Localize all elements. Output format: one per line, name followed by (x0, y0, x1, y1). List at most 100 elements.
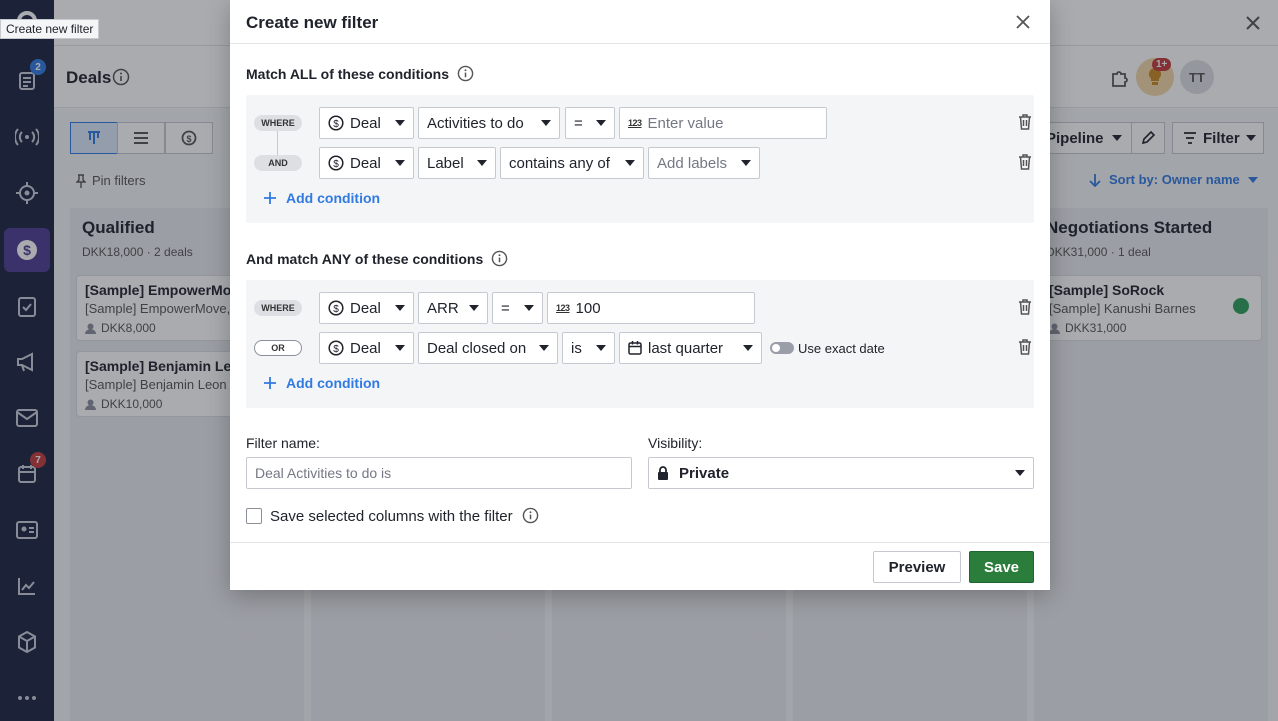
chevron-down-icon (596, 120, 606, 126)
chevron-down-icon (395, 345, 405, 351)
field-value: Activities to do (427, 114, 524, 132)
chevron-down-icon (596, 345, 606, 351)
chevron-down-icon (1015, 470, 1025, 476)
plus-icon (264, 192, 276, 204)
field-select[interactable]: Label (418, 147, 496, 179)
entity-select[interactable]: $ Deal (319, 332, 414, 364)
visibility-value: Private (679, 464, 730, 482)
svg-text:$: $ (333, 119, 339, 130)
operator-value: = (574, 114, 583, 132)
entity-select[interactable]: $ Deal (319, 147, 414, 179)
where-pill: WHERE (254, 300, 302, 316)
preview-button[interactable]: Preview (873, 551, 961, 583)
field-value: ARR (427, 299, 459, 317)
match-all-label: Match ALL of these conditions (246, 65, 450, 82)
date-select[interactable]: last quarter (619, 332, 762, 364)
number-icon: 123 (556, 303, 570, 313)
and-pill: AND (254, 155, 302, 171)
operator-select[interactable]: is (562, 332, 615, 364)
lock-icon (657, 466, 669, 480)
where-pill: WHERE (254, 115, 302, 131)
field-value: Label (427, 154, 464, 172)
chevron-down-icon (395, 120, 405, 126)
dollar-circle-icon: $ (328, 115, 344, 131)
chevron-down-icon (539, 345, 549, 351)
match-all-heading: Match ALL of these conditions (246, 65, 474, 82)
svg-text:$: $ (333, 304, 339, 315)
chevron-down-icon (741, 160, 751, 166)
visibility-label: Visibility: (648, 435, 703, 451)
labels-placeholder: Add labels (657, 154, 728, 172)
calendar-icon (628, 341, 642, 355)
add-condition-label: Add condition (286, 190, 381, 206)
match-all-conditions: WHERE $ Deal Activities to do = 123 Ente… (246, 95, 1034, 223)
svg-text:$: $ (333, 159, 339, 170)
field-select[interactable]: Deal closed on (418, 332, 558, 364)
close-icon[interactable] (1012, 11, 1034, 33)
field-select[interactable]: ARR (418, 292, 488, 324)
trash-icon[interactable] (1018, 299, 1034, 317)
tooltip: Create new filter (0, 19, 100, 39)
field-select[interactable]: Activities to do (418, 107, 560, 139)
visibility-select[interactable]: Private (648, 457, 1034, 489)
entity-value: Deal (350, 339, 381, 357)
modal-title: Create new filter (246, 13, 379, 32)
chevron-down-icon (743, 345, 753, 351)
match-any-heading: And match ANY of these conditions (246, 250, 508, 267)
operator-value: contains any of (509, 154, 610, 172)
match-any-conditions: WHERE $ Deal ARR = 123 100 OR $ Deal Dea… (246, 280, 1034, 408)
dollar-circle-icon: $ (328, 340, 344, 356)
info-icon[interactable] (522, 507, 539, 524)
value-text: 100 (575, 299, 601, 317)
filter-name-label: Filter name: (246, 435, 320, 451)
entity-select[interactable]: $ Deal (319, 292, 414, 324)
info-icon[interactable] (491, 250, 508, 267)
entity-value: Deal (350, 154, 381, 172)
entity-value: Deal (350, 114, 381, 132)
modal-footer: Preview Save (230, 542, 1050, 590)
chevron-down-icon (395, 305, 405, 311)
chevron-down-icon (524, 305, 534, 311)
save-columns-checkbox[interactable] (246, 508, 262, 524)
svg-text:$: $ (333, 344, 339, 355)
chevron-down-icon (625, 160, 635, 166)
add-condition-button[interactable]: Add condition (264, 190, 380, 206)
chevron-down-icon (477, 160, 487, 166)
save-button[interactable]: Save (969, 551, 1034, 583)
operator-select[interactable]: = (565, 107, 615, 139)
trash-icon[interactable] (1018, 339, 1034, 357)
operator-select[interactable]: = (492, 292, 543, 324)
connector-line (277, 131, 278, 155)
dollar-circle-icon: $ (328, 300, 344, 316)
create-filter-modal: Create new filter Match ALL of these con… (230, 0, 1050, 590)
field-value: Deal closed on (427, 339, 527, 357)
filter-name-input[interactable] (246, 457, 632, 489)
operator-value: is (571, 339, 582, 357)
value-placeholder: Enter value (647, 114, 724, 132)
info-icon[interactable] (457, 65, 474, 82)
date-value: last quarter (648, 339, 724, 357)
operator-select[interactable]: contains any of (500, 147, 644, 179)
dollar-circle-icon: $ (328, 155, 344, 171)
labels-select[interactable]: Add labels (648, 147, 760, 179)
value-input[interactable]: 123 Enter value (619, 107, 827, 139)
entity-select[interactable]: $ Deal (319, 107, 414, 139)
chevron-down-icon (469, 305, 479, 311)
value-input[interactable]: 123 100 (547, 292, 755, 324)
exact-date-label: Use exact date (798, 341, 885, 356)
save-columns-label: Save selected columns with the filter (270, 508, 513, 525)
plus-icon (264, 377, 276, 389)
chevron-down-icon (395, 160, 405, 166)
entity-value: Deal (350, 299, 381, 317)
trash-icon[interactable] (1018, 114, 1034, 132)
trash-icon[interactable] (1018, 154, 1034, 172)
match-any-label: And match ANY of these conditions (246, 250, 484, 267)
chevron-down-icon (541, 120, 551, 126)
operator-value: = (501, 299, 510, 317)
number-icon: 123 (628, 118, 642, 128)
add-condition-label: Add condition (286, 375, 381, 391)
exact-date-toggle[interactable] (770, 342, 794, 354)
modal-header: Create new filter (230, 0, 1050, 44)
add-condition-button[interactable]: Add condition (264, 375, 380, 391)
or-pill: OR (254, 340, 302, 356)
